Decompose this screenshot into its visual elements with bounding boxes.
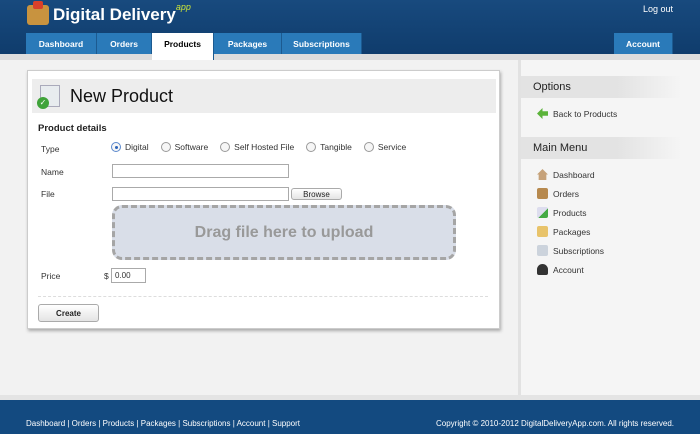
divider: [38, 296, 488, 297]
file-input[interactable]: [112, 187, 289, 201]
item-label: Subscriptions: [553, 245, 605, 256]
subscription-icon: [537, 245, 548, 256]
item-label: Packages: [553, 226, 591, 237]
footer-link-packages[interactable]: Packages: [141, 419, 176, 428]
logo-sup: app: [175, 2, 191, 12]
user-icon: [537, 264, 548, 275]
product-icon: [537, 207, 548, 218]
options-heading: Options: [521, 76, 681, 98]
tab-subscriptions[interactable]: Subscriptions: [282, 33, 362, 54]
footer-link-account[interactable]: Account: [237, 419, 266, 428]
footer-link-products[interactable]: Products: [103, 419, 135, 428]
tab-account[interactable]: Account: [614, 33, 673, 54]
new-product-panel: New Product Product details Type Digital…: [27, 70, 500, 329]
radio-label: Software: [174, 142, 209, 152]
radio-label: Digital: [125, 142, 149, 152]
back-to-products-link[interactable]: Back to Products: [537, 108, 617, 119]
browse-button[interactable]: Browse: [291, 188, 342, 200]
footer-link-support[interactable]: Support: [272, 419, 300, 428]
radio-label: Service: [377, 142, 407, 152]
radio-software[interactable]: Software: [160, 142, 209, 152]
clipboard-icon: [537, 188, 548, 199]
footer-link-orders[interactable]: Orders: [72, 419, 96, 428]
sidebar-item-products[interactable]: Products: [537, 207, 587, 218]
file-label: File: [41, 189, 55, 199]
item-label: Dashboard: [553, 169, 595, 180]
sidebar: Options Back to Products Main Menu Dashb…: [518, 60, 700, 395]
box-logo-icon: [27, 1, 49, 25]
home-icon: [537, 169, 548, 180]
sidebar-item-orders[interactable]: Orders: [537, 188, 579, 199]
radio-circle: [306, 142, 317, 152]
footer-link-subscriptions[interactable]: Subscriptions: [182, 419, 230, 428]
sidebar-item-account[interactable]: Account: [537, 264, 584, 275]
tab-orders[interactable]: Orders: [97, 33, 152, 54]
radio-digital[interactable]: Digital: [111, 142, 149, 152]
radio-circle: [111, 142, 121, 152]
type-radio-group: Digital Software Self Hosted File Tangib…: [111, 142, 406, 152]
copyright: Copyright © 2010-2012 DigitalDeliveryApp…: [435, 419, 674, 428]
create-button[interactable]: Create: [38, 304, 99, 322]
item-label: Products: [553, 207, 587, 218]
package-icon: [537, 226, 548, 237]
price-input[interactable]: 0.00: [111, 268, 146, 283]
type-label: Type: [41, 144, 60, 154]
tab-packages[interactable]: Packages: [214, 33, 282, 54]
name-label: Name: [41, 167, 64, 177]
radio-service[interactable]: Service: [363, 142, 407, 152]
radio-circle: [363, 142, 374, 152]
radio-circle: [220, 142, 231, 152]
radio-self-hosted-file[interactable]: Self Hosted File: [220, 142, 294, 152]
radio-circle: [160, 142, 171, 152]
logo-text: Digital Delivery: [53, 5, 176, 24]
tab-products-active[interactable]: Products: [152, 33, 214, 60]
logout-link[interactable]: Log out: [643, 4, 673, 14]
page-title: New Product: [70, 85, 174, 106]
name-input[interactable]: [112, 164, 289, 178]
footer-links: Dashboard | Orders | Products | Packages…: [26, 419, 301, 428]
footer-link-dashboard[interactable]: Dashboard: [26, 419, 65, 428]
section-heading: Product details: [38, 123, 107, 134]
radio-label: Self Hosted File: [234, 142, 295, 152]
header: Digital Delivery app Log out Dashboard Or…: [0, 0, 700, 60]
panel-title-bar: New Product: [32, 79, 496, 113]
currency-symbol: $: [104, 271, 109, 281]
link-label: Back to Products: [553, 108, 618, 119]
price-label: Price: [41, 271, 61, 281]
file-drop-zone[interactable]: Drag file here to upload: [112, 205, 456, 260]
item-label: Orders: [553, 188, 579, 199]
sidebar-item-packages[interactable]: Packages: [537, 226, 590, 237]
footer: Dashboard | Orders | Products | Packages…: [0, 400, 700, 434]
sidebar-item-dashboard[interactable]: Dashboard: [537, 169, 595, 180]
logo[interactable]: Digital Delivery app: [27, 1, 191, 25]
back-arrow-icon: [537, 108, 548, 119]
radio-label: Tangible: [320, 142, 352, 152]
radio-tangible[interactable]: Tangible: [306, 142, 352, 152]
item-label: Account: [553, 264, 584, 275]
sidebar-item-subscriptions[interactable]: Subscriptions: [537, 245, 604, 256]
main-menu-heading: Main Menu: [521, 137, 681, 159]
tab-dashboard[interactable]: Dashboard: [26, 33, 97, 54]
product-icon: [37, 85, 60, 109]
